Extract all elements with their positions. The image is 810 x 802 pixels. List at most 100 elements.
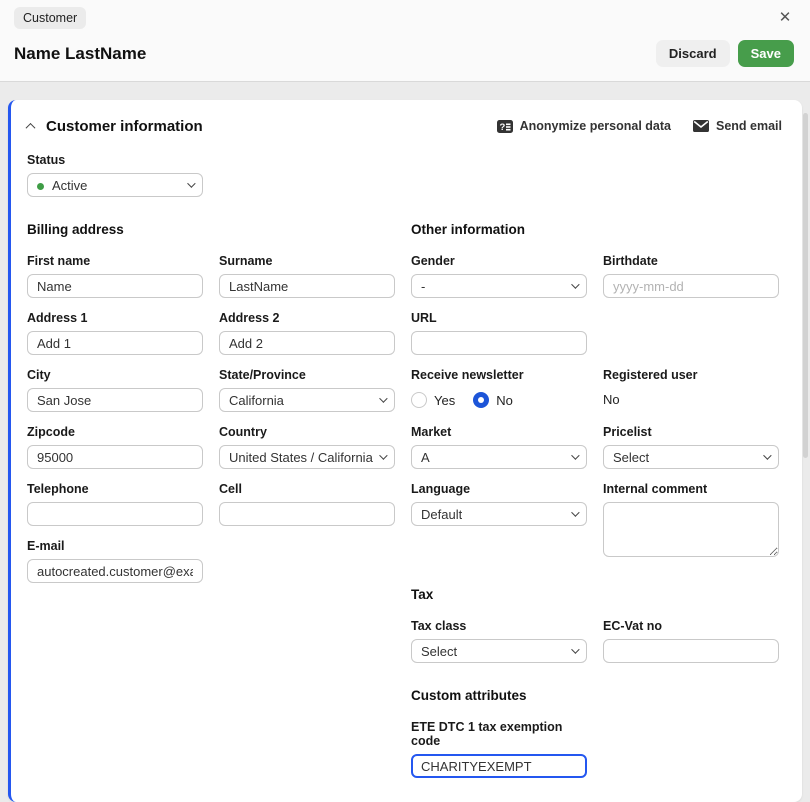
ete-code-field: ETE DTC 1 tax exemption code — [411, 720, 587, 778]
cell-field: Cell — [219, 482, 395, 526]
country-select[interactable]: United States / California — [219, 445, 395, 469]
pricelist-field: Pricelist Select — [603, 425, 779, 469]
city-input[interactable] — [27, 388, 203, 412]
address2-label: Address 2 — [219, 311, 395, 325]
gender-value: - — [421, 279, 425, 294]
gender-select[interactable]: - — [411, 274, 587, 298]
email-label: E-mail — [27, 539, 203, 553]
birthdate-label: Birthdate — [603, 254, 779, 268]
chevron-down-icon — [763, 451, 771, 459]
tax-class-value: Select — [421, 644, 457, 659]
section-title: Customer information — [46, 118, 203, 135]
address1-field: Address 1 — [27, 311, 203, 355]
chevron-down-icon — [379, 394, 387, 402]
customer-badge: Customer — [14, 7, 86, 29]
svg-text:?: ? — [499, 122, 505, 133]
telephone-input[interactable] — [27, 502, 203, 526]
chevron-down-icon — [571, 451, 579, 459]
send-email-label: Send email — [716, 119, 782, 133]
country-field: Country United States / California — [219, 425, 395, 469]
chevron-up-icon — [26, 122, 36, 132]
gender-label: Gender — [411, 254, 587, 268]
ec-vat-input[interactable] — [603, 639, 779, 663]
state-label: State/Province — [219, 368, 395, 382]
url-input[interactable] — [411, 331, 587, 355]
tax-class-label: Tax class — [411, 619, 587, 633]
status-select[interactable]: Active — [27, 173, 203, 197]
ec-vat-label: EC-Vat no — [603, 619, 779, 633]
surname-input[interactable] — [219, 274, 395, 298]
anonymize-personal-data-button[interactable]: ? Anonymize personal data — [497, 119, 671, 133]
scrollbar[interactable] — [803, 113, 808, 458]
chevron-down-icon — [571, 280, 579, 288]
email-field: E-mail — [27, 539, 203, 583]
ete-code-input[interactable] — [411, 754, 587, 778]
address2-field: Address 2 — [219, 311, 395, 355]
ec-vat-field: EC-Vat no — [603, 619, 779, 663]
status-active-dot — [37, 183, 44, 190]
anonymize-icon: ? — [497, 120, 513, 133]
registered-user-value: No — [603, 388, 779, 412]
registered-user-label: Registered user — [603, 368, 779, 382]
newsletter-yes-label: Yes — [434, 393, 455, 408]
birthdate-field: Birthdate — [603, 254, 779, 298]
chevron-down-icon — [571, 645, 579, 653]
pricelist-label: Pricelist — [603, 425, 779, 439]
language-value: Default — [421, 507, 462, 522]
address2-input[interactable] — [219, 331, 395, 355]
save-button[interactable]: Save — [738, 40, 794, 67]
birthdate-input[interactable] — [603, 274, 779, 298]
first-name-input[interactable] — [27, 274, 203, 298]
newsletter-no-radio[interactable]: No — [473, 392, 513, 408]
email-input[interactable] — [27, 559, 203, 583]
address1-label: Address 1 — [27, 311, 203, 325]
market-value: A — [421, 450, 430, 465]
discard-button[interactable]: Discard — [656, 40, 730, 67]
city-label: City — [27, 368, 203, 382]
zipcode-input[interactable] — [27, 445, 203, 469]
tax-class-select[interactable]: Select — [411, 639, 587, 663]
market-label: Market — [411, 425, 587, 439]
state-select[interactable]: California — [219, 388, 395, 412]
close-icon[interactable]: ✕ — [776, 9, 794, 27]
country-value: United States / California — [229, 450, 373, 465]
telephone-field: Telephone — [27, 482, 203, 526]
first-name-label: First name — [27, 254, 203, 268]
section-collapse-toggle[interactable]: Customer information — [27, 118, 203, 135]
other-information-heading: Other information — [411, 222, 779, 237]
pricelist-select[interactable]: Select — [603, 445, 779, 469]
chevron-down-icon — [379, 451, 387, 459]
chevron-down-icon — [187, 179, 195, 187]
language-field: Language Default — [411, 482, 587, 562]
surname-label: Surname — [219, 254, 395, 268]
zipcode-field: Zipcode — [27, 425, 203, 469]
radio-selected-icon — [473, 392, 489, 408]
cell-label: Cell — [219, 482, 395, 496]
send-email-button[interactable]: Send email — [693, 119, 782, 133]
language-select[interactable]: Default — [411, 502, 587, 526]
state-value: California — [229, 393, 284, 408]
market-select[interactable]: A — [411, 445, 587, 469]
status-value: Active — [52, 178, 87, 193]
cell-input[interactable] — [219, 502, 395, 526]
custom-attributes-heading: Custom attributes — [411, 688, 779, 703]
pricelist-value: Select — [613, 450, 649, 465]
newsletter-yes-radio[interactable]: Yes — [411, 392, 455, 408]
state-field: State/Province California — [219, 368, 395, 412]
first-name-field: First name — [27, 254, 203, 298]
zipcode-label: Zipcode — [27, 425, 203, 439]
market-field: Market A — [411, 425, 587, 469]
customer-information-card: Customer information ? Anonymize persona… — [8, 100, 802, 802]
tax-class-field: Tax class Select — [411, 619, 587, 663]
internal-comment-textarea[interactable] — [603, 502, 779, 557]
envelope-icon — [693, 120, 709, 132]
address1-input[interactable] — [27, 331, 203, 355]
modal-header: Customer ✕ Name LastName Discard Save — [0, 0, 810, 82]
country-label: Country — [219, 425, 395, 439]
billing-address-heading: Billing address — [27, 222, 395, 237]
tax-heading: Tax — [411, 587, 779, 602]
city-field: City — [27, 368, 203, 412]
newsletter-label: Receive newsletter — [411, 368, 587, 382]
newsletter-field: Receive newsletter Yes No — [411, 368, 587, 412]
page-title: Name LastName — [14, 44, 146, 64]
